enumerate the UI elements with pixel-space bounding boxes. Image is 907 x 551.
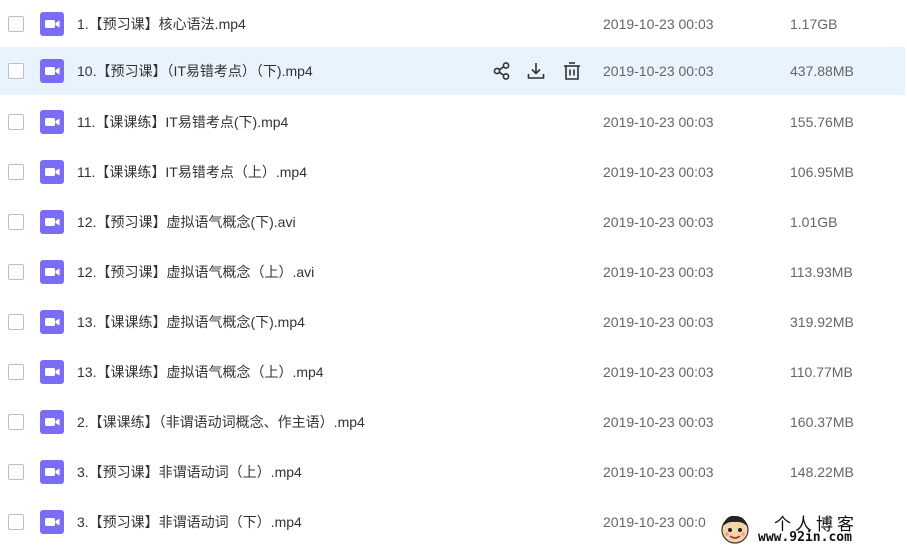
row-checkbox[interactable] xyxy=(8,114,24,130)
modified-date: 2019-10-23 00:03 xyxy=(603,164,714,180)
video-file-icon xyxy=(40,160,64,184)
video-file-icon xyxy=(40,460,64,484)
file-size: 160.37MB xyxy=(790,414,854,430)
modified-date: 2019-10-23 00:03 xyxy=(603,464,714,480)
watermark-url: www.92in.com xyxy=(758,530,852,545)
share-icon[interactable] xyxy=(492,61,512,81)
watermark: 个人博客 www.92in.com xyxy=(714,508,904,550)
file-row[interactable]: 13.【课课练】虚拟语气概念（上）.mp4 2019-10-23 00:03 1… xyxy=(0,348,905,396)
file-size: 113.93MB xyxy=(790,264,853,280)
modified-date: 2019-10-23 00:03 xyxy=(603,264,714,280)
file-size: 106.95MB xyxy=(790,164,854,180)
file-name[interactable]: 11.【课课练】IT易错考点(下).mp4 xyxy=(77,113,288,131)
file-size: 1.17GB xyxy=(790,16,838,32)
video-file-icon xyxy=(40,310,64,334)
row-checkbox[interactable] xyxy=(8,164,24,180)
modified-date: 2019-10-23 00:03 xyxy=(603,314,714,330)
file-row[interactable]: 10.【预习课】（IT易错考点）（下).mp4 2019-10-23 00:03… xyxy=(0,47,905,95)
file-size: 110.77MB xyxy=(790,364,853,380)
file-size: 1.01GB xyxy=(790,214,838,230)
row-checkbox[interactable] xyxy=(8,63,24,79)
file-row[interactable]: 3.【预习课】非谓语动词（上）.mp4 2019-10-23 00:03 148… xyxy=(0,448,905,496)
row-actions xyxy=(492,61,588,81)
row-checkbox[interactable] xyxy=(8,464,24,480)
file-name[interactable]: 12.【预习课】虚拟语气概念(下).avi xyxy=(77,213,296,231)
file-row[interactable]: 2.【课课练】（非谓语动词概念、作主语）.mp4 2019-10-23 00:0… xyxy=(0,398,905,446)
video-file-icon xyxy=(40,59,64,83)
modified-date: 2019-10-23 00:03 xyxy=(603,364,714,380)
delete-icon[interactable] xyxy=(562,61,582,81)
file-row[interactable]: 11.【课课练】IT易错考点(下).mp4 2019-10-23 00:03 1… xyxy=(0,98,905,146)
file-row[interactable]: 12.【预习课】虚拟语气概念（上）.avi 2019-10-23 00:03 1… xyxy=(0,248,905,296)
row-checkbox[interactable] xyxy=(8,16,24,32)
file-name[interactable]: 1.【预习课】核心语法.mp4 xyxy=(77,15,246,33)
file-size: 319.92MB xyxy=(790,314,854,330)
modified-date: 2019-10-23 00:03 xyxy=(603,16,714,32)
modified-date: 2019-10-23 00:03 xyxy=(603,414,714,430)
video-file-icon xyxy=(40,210,64,234)
file-name[interactable]: 12.【预习课】虚拟语气概念（上）.avi xyxy=(77,263,314,281)
video-file-icon xyxy=(40,410,64,434)
file-row[interactable]: 1.【预习课】核心语法.mp4 2019-10-23 00:03 1.17GB xyxy=(0,0,905,48)
video-file-icon xyxy=(40,12,64,36)
row-checkbox[interactable] xyxy=(8,314,24,330)
row-checkbox[interactable] xyxy=(8,364,24,380)
file-list: 1.【预习课】核心语法.mp4 2019-10-23 00:03 1.17GB … xyxy=(0,0,907,551)
file-size: 437.88MB xyxy=(790,63,854,79)
modified-date: 2019-10-23 00:03 xyxy=(603,214,714,230)
row-checkbox[interactable] xyxy=(8,414,24,430)
download-icon[interactable] xyxy=(526,61,546,81)
file-name[interactable]: 2.【课课练】（非谓语动词概念、作主语）.mp4 xyxy=(77,413,365,431)
file-name[interactable]: 13.【课课练】虚拟语气概念(下).mp4 xyxy=(77,313,305,331)
file-size: 155.76MB xyxy=(790,114,854,130)
file-row[interactable]: 13.【课课练】虚拟语气概念(下).mp4 2019-10-23 00:03 3… xyxy=(0,298,905,346)
file-row[interactable]: 11.【课课练】IT易错考点（上）.mp4 2019-10-23 00:03 1… xyxy=(0,148,905,196)
row-checkbox[interactable] xyxy=(8,214,24,230)
video-file-icon xyxy=(40,360,64,384)
file-size: 148.22MB xyxy=(790,464,854,480)
video-file-icon xyxy=(40,260,64,284)
row-checkbox[interactable] xyxy=(8,264,24,280)
video-file-icon xyxy=(40,510,64,534)
file-row[interactable]: 12.【预习课】虚拟语气概念(下).avi 2019-10-23 00:03 1… xyxy=(0,198,905,246)
mascot-logo-icon xyxy=(718,512,752,546)
file-name[interactable]: 3.【预习课】非谓语动词（上）.mp4 xyxy=(77,463,302,481)
modified-date: 2019-10-23 00:0 xyxy=(603,514,706,530)
row-checkbox[interactable] xyxy=(8,514,24,530)
modified-date: 2019-10-23 00:03 xyxy=(603,114,714,130)
file-name[interactable]: 13.【课课练】虚拟语气概念（上）.mp4 xyxy=(77,363,324,381)
modified-date: 2019-10-23 00:03 xyxy=(603,63,714,79)
video-file-icon xyxy=(40,110,64,134)
file-name[interactable]: 10.【预习课】（IT易错考点）（下).mp4 xyxy=(77,62,313,80)
file-name[interactable]: 3.【预习课】非谓语动词（下）.mp4 xyxy=(77,513,302,531)
file-name[interactable]: 11.【课课练】IT易错考点（上）.mp4 xyxy=(77,163,307,181)
